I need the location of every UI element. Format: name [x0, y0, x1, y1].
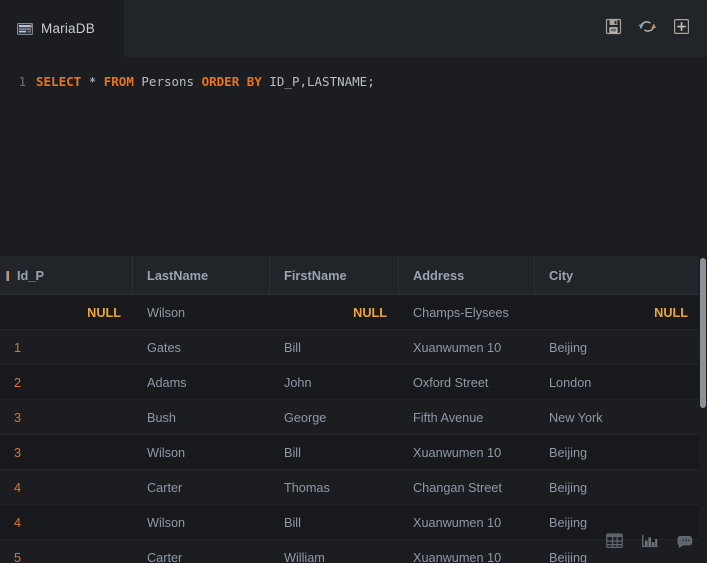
cell-id_p[interactable]: 5	[0, 540, 133, 563]
scrollbar-thumb[interactable]	[700, 258, 706, 408]
cell-id_p[interactable]: 4	[0, 470, 133, 505]
column-header-city[interactable]: City	[535, 256, 700, 295]
cell-lastname[interactable]: Wilson	[133, 435, 270, 470]
refresh-button[interactable]	[637, 19, 657, 39]
chart-view-button[interactable]	[639, 532, 661, 554]
cell-firstname[interactable]: George	[270, 400, 399, 435]
column-header-id_p[interactable]: Id_P	[0, 256, 133, 295]
cell-lastname[interactable]: Wilson	[133, 295, 270, 330]
cell-id_p[interactable]: 1	[0, 330, 133, 365]
table-row[interactable]: 4 Carter Thomas Changan Street Beijing	[0, 470, 707, 505]
table-row[interactable]: 4 Wilson Bill Xuanwumen 10 Beijing	[0, 505, 707, 540]
column-header-label: FirstName	[284, 268, 347, 283]
result-grid: Id_P LastName FirstName Address City NULL Wil…	[0, 256, 707, 563]
chart-icon	[641, 533, 659, 554]
sql-token-10: BY	[246, 74, 262, 89]
form-icon	[677, 533, 695, 554]
sql-query-text[interactable]: SELECT * FROM Persons ORDER BY ID_P,LAST…	[26, 73, 375, 91]
sql-token-3	[96, 74, 104, 89]
cell-address[interactable]: Xuanwumen 10	[399, 540, 535, 563]
cell-address[interactable]: Xuanwumen 10	[399, 435, 535, 470]
table-row[interactable]: 1 Gates Bill Xuanwumen 10 Beijing	[0, 330, 707, 365]
sql-token-9	[239, 74, 247, 89]
column-header-label: Id_P	[17, 268, 45, 283]
cell-id_p[interactable]: 4	[0, 505, 133, 540]
sql-token-4: FROM	[103, 74, 134, 89]
cell-city[interactable]: Beijing	[535, 435, 700, 470]
line-number: 1	[18, 75, 26, 89]
column-header-address[interactable]: Address	[399, 256, 535, 295]
primary-key-icon	[6, 270, 9, 281]
sql-editor-window: MariaDB 1 SELECT * FROM Persons ORDER BY…	[0, 0, 707, 563]
cell-city[interactable]: New York	[535, 400, 700, 435]
result-grid-scrollbar[interactable]	[699, 256, 707, 563]
toolbar-actions	[603, 0, 707, 57]
refresh-icon	[638, 18, 657, 40]
tab-label: MariaDB	[41, 21, 95, 36]
sql-token-12: ID_P,LASTNAME;	[269, 74, 375, 89]
cell-address[interactable]: Oxford Street	[399, 365, 535, 400]
view-mode-toolbar	[603, 532, 697, 554]
cell-firstname[interactable]: NULL	[270, 295, 399, 330]
cell-city[interactable]: Beijing	[535, 470, 700, 505]
cell-firstname[interactable]: Thomas	[270, 470, 399, 505]
cell-address[interactable]: Fifth Avenue	[399, 400, 535, 435]
result-grid-header: Id_P LastName FirstName Address City	[0, 256, 707, 295]
tab-bar: MariaDB	[0, 0, 707, 57]
sql-token-0: SELECT	[36, 74, 82, 89]
table-row[interactable]: NULL Wilson NULL Champs-Elysees NULL	[0, 295, 707, 330]
add-icon	[673, 18, 690, 40]
table-row[interactable]: 2 Adams John Oxford Street London	[0, 365, 707, 400]
cell-firstname[interactable]: Bill	[270, 505, 399, 540]
column-header-label: Address	[413, 268, 465, 283]
sql-token-8: ORDER	[201, 74, 240, 89]
table-row[interactable]: 3 Bush George Fifth Avenue New York	[0, 400, 707, 435]
form-view-button[interactable]	[675, 532, 697, 554]
save-icon	[605, 18, 622, 40]
grid-icon	[605, 532, 623, 554]
column-header-firstname[interactable]: FirstName	[270, 256, 399, 295]
database-icon	[17, 22, 33, 36]
cell-lastname[interactable]: Carter	[133, 540, 270, 563]
cell-address[interactable]: Xuanwumen 10	[399, 505, 535, 540]
cell-city[interactable]: Beijing	[535, 330, 700, 365]
cell-firstname[interactable]: William	[270, 540, 399, 563]
column-header-lastname[interactable]: LastName	[133, 256, 270, 295]
cell-lastname[interactable]: Adams	[133, 365, 270, 400]
sql-token-1	[81, 74, 89, 89]
grid-view-button[interactable]	[603, 532, 625, 554]
sql-token-6: Persons	[141, 74, 195, 89]
column-header-label: LastName	[147, 268, 209, 283]
table-row[interactable]: 5 Carter William Xuanwumen 10 Beijing	[0, 540, 707, 563]
tab-bar-spacer	[124, 0, 603, 57]
column-header-label: City	[549, 268, 574, 283]
table-row[interactable]: 3 Wilson Bill Xuanwumen 10 Beijing	[0, 435, 707, 470]
cell-firstname[interactable]: Bill	[270, 435, 399, 470]
cell-lastname[interactable]: Gates	[133, 330, 270, 365]
cell-lastname[interactable]: Carter	[133, 470, 270, 505]
cell-id_p[interactable]: NULL	[0, 295, 133, 330]
cell-lastname[interactable]: Bush	[133, 400, 270, 435]
cell-city[interactable]: NULL	[535, 295, 700, 330]
tab-mariadb[interactable]: MariaDB	[0, 0, 124, 57]
cell-id_p[interactable]: 3	[0, 400, 133, 435]
cell-id_p[interactable]: 2	[0, 365, 133, 400]
sql-editor-pane[interactable]: 1 SELECT * FROM Persons ORDER BY ID_P,LA…	[0, 57, 707, 256]
cell-address[interactable]: Changan Street	[399, 470, 535, 505]
cell-city[interactable]: London	[535, 365, 700, 400]
new-query-button[interactable]	[671, 18, 691, 40]
sql-token-7	[194, 74, 202, 89]
cell-id_p[interactable]: 3	[0, 435, 133, 470]
result-grid-rows: NULL Wilson NULL Champs-Elysees NULL 1 Gates Bi…	[0, 295, 707, 563]
cell-firstname[interactable]: John	[270, 365, 399, 400]
cell-address[interactable]: Xuanwumen 10	[399, 330, 535, 365]
cell-lastname[interactable]: Wilson	[133, 505, 270, 540]
save-button[interactable]	[603, 18, 623, 40]
cell-firstname[interactable]: Bill	[270, 330, 399, 365]
cell-address[interactable]: Champs-Elysees	[399, 295, 535, 330]
code-line[interactable]: 1 SELECT * FROM Persons ORDER BY ID_P,LA…	[0, 73, 707, 91]
